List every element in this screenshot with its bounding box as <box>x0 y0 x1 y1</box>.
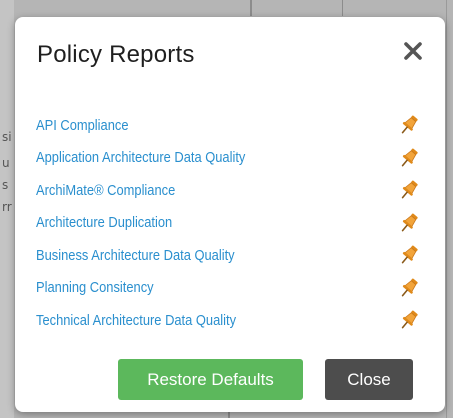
report-link-technical-architecture-data-quality[interactable]: Technical Architecture Data Quality <box>36 312 236 329</box>
close-icon[interactable] <box>401 39 425 63</box>
background-divider <box>342 0 343 16</box>
policy-reports-dialog: Policy Reports API Compliance Applicatio… <box>15 17 445 412</box>
restore-defaults-button[interactable]: Restore Defaults <box>118 359 303 400</box>
list-item: Application Architecture Data Quality <box>36 142 421 175</box>
background-text-fragment: si <box>2 130 12 144</box>
list-item: Business Architecture Data Quality <box>36 239 421 272</box>
pin-icon[interactable] <box>397 308 421 332</box>
background-text-fragment: rr <box>2 200 12 214</box>
background-text-fragment: u <box>2 156 10 170</box>
list-item: Architecture Duplication <box>36 207 421 240</box>
report-link-business-architecture-data-quality[interactable]: Business Architecture Data Quality <box>36 247 235 264</box>
list-item: Technical Architecture Data Quality <box>36 304 421 337</box>
close-button[interactable]: Close <box>325 359 413 400</box>
pin-icon[interactable] <box>397 243 421 267</box>
list-item: Planning Consitency <box>36 272 421 305</box>
pin-icon[interactable] <box>397 146 421 170</box>
report-list: API Compliance Application Architecture … <box>36 109 421 337</box>
report-link-architecture-duplication[interactable]: Architecture Duplication <box>36 214 172 231</box>
pin-icon[interactable] <box>397 178 421 202</box>
report-link-planning-consitency[interactable]: Planning Consitency <box>36 279 154 296</box>
dialog-footer: Restore Defaults Close <box>15 359 445 401</box>
dialog-title: Policy Reports <box>37 41 195 68</box>
background-divider <box>446 0 447 418</box>
pin-icon[interactable] <box>397 211 421 235</box>
pin-icon[interactable] <box>397 113 421 137</box>
report-link-api-compliance[interactable]: API Compliance <box>36 117 129 134</box>
pin-icon[interactable] <box>397 276 421 300</box>
background-divider <box>250 0 252 16</box>
list-item: API Compliance <box>36 109 421 142</box>
list-item: ArchiMate® Compliance <box>36 174 421 207</box>
report-link-archimate-compliance[interactable]: ArchiMate® Compliance <box>36 182 175 199</box>
report-link-application-architecture-data-quality[interactable]: Application Architecture Data Quality <box>36 149 245 166</box>
background-text-fragment: s <box>2 178 9 192</box>
background-left-strip: si u s rr <box>0 0 14 418</box>
